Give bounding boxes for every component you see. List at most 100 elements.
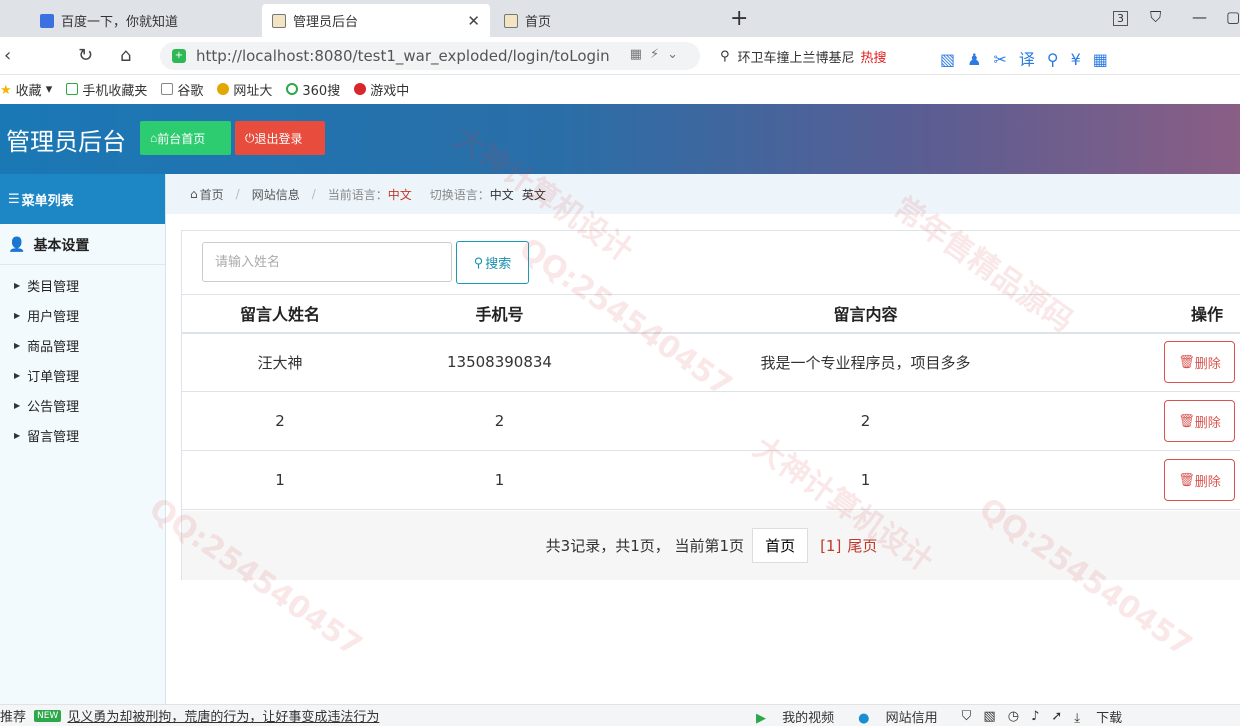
front-home-button[interactable]: ⌂ 前台首页 xyxy=(140,121,231,155)
address-bar[interactable]: + http://localhost:8080/test1_war_explod… xyxy=(160,42,700,70)
lang-zh-link[interactable]: 中文 xyxy=(490,186,514,203)
search-suggestion[interactable]: ⚲ 环卫车撞上兰博基尼 热搜 xyxy=(720,47,887,66)
cell-content: 2 xyxy=(621,391,1110,451)
minimize-icon[interactable]: — xyxy=(1192,8,1207,26)
tab-home[interactable]: 首页 xyxy=(494,4,719,37)
menu-header: ☰ 菜单列表 xyxy=(0,174,165,224)
breadcrumb-section[interactable]: 网站信息 xyxy=(252,186,300,203)
name-search-input[interactable] xyxy=(202,242,452,282)
page-icon xyxy=(504,13,518,28)
close-tab-icon[interactable]: ✕ xyxy=(467,12,480,30)
table-header-row: 留言人姓名 手机号 留言内容 操作 xyxy=(182,294,1240,334)
news-link[interactable]: 见义勇为却被刑拘，荒唐的行为，让好事变成违法行为 xyxy=(67,706,379,725)
address-toolbar: ‹ ↻ ⌂ + http://localhost:8080/test1_war_… xyxy=(0,37,1240,75)
message-table: 留言人姓名 手机号 留言内容 操作 汪大神 13508390834 我是一个专业… xyxy=(182,294,1240,510)
button-label: 删除 xyxy=(1194,355,1221,371)
tab-title: 首页 xyxy=(525,15,552,30)
bookmark-label: 游戏中 xyxy=(370,83,410,99)
speed-icon[interactable]: ◷ xyxy=(1008,709,1019,724)
sound-icon[interactable]: ♪ xyxy=(1031,709,1039,724)
url-actions[interactable]: ▦⚡⌄ xyxy=(630,47,686,62)
new-tab-icon[interactable]: + xyxy=(730,6,748,31)
image-icon[interactable]: ▧ xyxy=(983,709,995,724)
cell-phone: 1 xyxy=(378,450,621,510)
bookmark-item[interactable]: ★ 收藏 ▾ xyxy=(0,80,52,99)
suggestion-text: 环卫车撞上兰博基尼 xyxy=(737,51,855,66)
status-actions: ▶ 我的视频 ● 网站信用 ⛉ ▧ ◷ ♪ ➚ ⤓ 下载 xyxy=(756,707,1146,726)
shield-icon[interactable]: ⛉ xyxy=(962,709,972,724)
reload-icon[interactable]: ↻ xyxy=(78,45,93,66)
star-icon: ★ xyxy=(0,83,12,98)
sidebar-item-label: 商品管理 xyxy=(27,339,80,355)
sidebar-item-category[interactable]: ▶ 类目管理 xyxy=(0,270,165,300)
button-label: 删除 xyxy=(1194,473,1221,489)
cell-content: 我是一个专业程序员，项目多多 xyxy=(621,332,1110,392)
breadcrumb-separator: / xyxy=(235,187,240,201)
search-button[interactable]: ⚲ 搜索 xyxy=(456,241,529,284)
bookmark-item[interactable]: 游戏中 xyxy=(354,80,409,99)
bookmark-item[interactable]: 网址大 xyxy=(217,80,272,99)
url-text[interactable]: http://localhost:8080/test1_war_exploded… xyxy=(196,47,610,65)
menu-title: 菜单列表 xyxy=(21,193,74,209)
bookmark-label: 收藏 xyxy=(15,83,42,99)
sidebar-item-orders[interactable]: ▶ 订单管理 xyxy=(0,360,165,390)
power-icon: ⏻ xyxy=(245,130,255,145)
last-page-link[interactable]: 尾页 xyxy=(847,535,877,556)
current-language-value: 中文 xyxy=(387,187,412,202)
sidebar: ☰ 菜单列表 👤 基本设置 ▶ 类目管理 ▶ 用户管理 ▶ 商品管理 ▶ 订单管理 ▶ 公… xyxy=(0,174,166,704)
credit-link[interactable]: ● 网站信用 xyxy=(858,707,950,726)
sidebar-item-users[interactable]: ▶ 用户管理 xyxy=(0,300,165,330)
rocket-icon[interactable]: ➚ xyxy=(1051,709,1062,724)
tab-count-badge[interactable]: 3 xyxy=(1113,11,1128,26)
extension-icons[interactable]: ▧♟✂译⚲¥▦ xyxy=(940,46,1120,70)
caret-right-icon: ▶ xyxy=(14,400,21,410)
hot-label: 热搜 xyxy=(860,51,887,66)
tab-baidu[interactable]: 百度一下，你就知道 xyxy=(30,4,258,37)
cell-name: 汪大神 xyxy=(182,332,378,392)
bookmark-item[interactable]: 360搜 xyxy=(286,80,340,99)
user-icon: 👤 xyxy=(8,236,26,253)
download-link[interactable]: ⤓ 下载 xyxy=(1074,707,1134,726)
logout-button[interactable]: ⏻ 退出登录 xyxy=(235,121,325,155)
trash-icon: 🗑 xyxy=(1178,472,1195,487)
admin-header: 管理员后台 ⌂ 前台首页 ⏻ 退出登录 xyxy=(0,104,1240,174)
drop-icon: ● xyxy=(858,711,870,726)
shirt-icon[interactable]: ⛉ xyxy=(1150,8,1161,26)
column-header-action: 操作 xyxy=(1110,294,1240,334)
delete-button[interactable]: 🗑 删除 xyxy=(1164,459,1235,501)
lang-en-link[interactable]: 英文 xyxy=(522,186,546,203)
pagination: 共3记录，共1页， 当前第1页 首页 [1] 尾页 xyxy=(182,511,1240,580)
table-row: 2 2 2 🗑 删除 xyxy=(182,391,1240,451)
page-title: 管理员后台 xyxy=(6,128,126,156)
sidebar-item-notices[interactable]: ▶ 公告管理 xyxy=(0,390,165,420)
play-icon: ▶ xyxy=(756,711,766,726)
tab-title: 百度一下，你就知道 xyxy=(61,15,179,30)
current-page[interactable]: [1] xyxy=(820,537,841,555)
first-page-button[interactable]: 首页 xyxy=(752,528,809,563)
browser-tab-bar: 百度一下，你就知道 管理员后台 ✕ 首页 + 3 ⛉ — ▢ xyxy=(0,0,1240,37)
delete-button[interactable]: 🗑 删除 xyxy=(1164,341,1235,384)
delete-button[interactable]: 🗑 删除 xyxy=(1164,400,1235,442)
home-icon[interactable]: ⌂ xyxy=(120,45,131,66)
trash-icon: 🗑 xyxy=(1178,413,1195,428)
sidebar-item-label: 留言管理 xyxy=(27,429,80,445)
page-icon xyxy=(161,83,174,95)
sidebar-group-basic[interactable]: 👤 基本设置 xyxy=(0,225,165,265)
bookmark-item[interactable]: 谷歌 xyxy=(161,80,203,99)
tab-admin[interactable]: 管理员后台 ✕ xyxy=(262,4,490,37)
bookmark-bar: ★ 收藏 ▾ 手机收藏夹 谷歌 网址大 360搜 游戏中 xyxy=(0,76,1240,102)
sidebar-item-messages[interactable]: ▶ 留言管理 xyxy=(0,420,165,450)
sidebar-item-products[interactable]: ▶ 商品管理 xyxy=(0,330,165,360)
sidebar-item-label: 订单管理 xyxy=(27,369,80,385)
pagination-summary: 共3记录，共1页， 当前第1页 xyxy=(545,537,745,555)
baidu-icon xyxy=(40,13,54,28)
back-icon[interactable]: ‹ xyxy=(4,45,11,66)
video-link[interactable]: ▶ 我的视频 xyxy=(756,707,846,726)
site-icon xyxy=(217,83,230,95)
column-header-phone: 手机号 xyxy=(378,294,621,334)
bookmark-item[interactable]: 手机收藏夹 xyxy=(66,80,147,99)
breadcrumb-home[interactable]: 首页 xyxy=(200,186,224,203)
cell-action: 🗑 删除 xyxy=(1110,450,1240,510)
button-label: 前台首页 xyxy=(157,131,206,146)
restore-icon[interactable]: ▢ xyxy=(1226,8,1240,26)
